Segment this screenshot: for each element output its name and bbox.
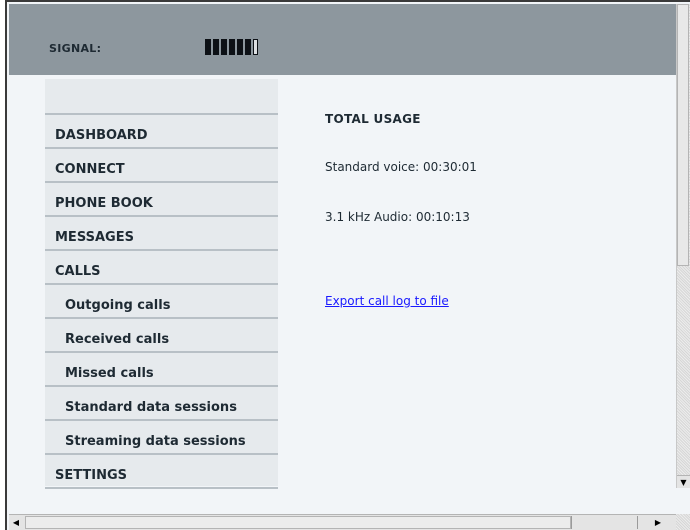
export-call-log-link[interactable]: Export call log to file (325, 294, 449, 308)
horizontal-scrollbar[interactable]: ◀ ▶ (9, 514, 679, 530)
scrollbar-divider (637, 516, 638, 529)
scroll-right-icon[interactable]: ▶ (651, 515, 665, 530)
page-title: TOTAL USAGE (325, 112, 421, 126)
horizontal-scroll-thumb[interactable] (25, 516, 571, 529)
scrollbar-corner (676, 514, 690, 530)
sidebar-item-connect[interactable]: CONNECT (45, 149, 278, 183)
signal-bar (253, 39, 258, 55)
standard-voice-usage: Standard voice: 00:30:01 (325, 160, 477, 174)
signal-label: SIGNAL: (49, 42, 102, 55)
signal-bar (237, 39, 243, 55)
main-panel: TOTAL USAGE Standard voice: 00:30:01 3.1… (325, 112, 477, 308)
sidebar-item-standard-data-sessions[interactable]: Standard data sessions (45, 387, 278, 421)
content-area: DASHBOARD CONNECT PHONE BOOK MESSAGES CA… (9, 75, 679, 489)
vertical-scroll-thumb[interactable] (677, 4, 689, 266)
sidebar-item-missed-calls[interactable]: Missed calls (45, 353, 278, 387)
sidebar-item-dashboard[interactable]: DASHBOARD (45, 115, 278, 149)
sidebar-item-calls[interactable]: CALLS (45, 251, 278, 285)
sidebar-nav: DASHBOARD CONNECT PHONE BOOK MESSAGES CA… (45, 79, 278, 489)
signal-strength-indicator (205, 39, 258, 55)
header-bar: SIGNAL: (9, 4, 687, 75)
browser-frame: SIGNAL: DASHBOARD CONNECT PHONE BOOK MES… (5, 0, 690, 530)
signal-bar (205, 39, 211, 55)
sidebar-item-messages[interactable]: MESSAGES (45, 217, 278, 251)
sidebar-item-outgoing-calls[interactable]: Outgoing calls (45, 285, 278, 319)
signal-bar (221, 39, 227, 55)
scroll-left-icon[interactable]: ◀ (9, 515, 23, 530)
signal-bar (245, 39, 251, 55)
scroll-down-icon[interactable]: ▼ (677, 475, 690, 488)
sidebar-item-settings[interactable]: SETTINGS (45, 455, 278, 489)
vertical-scrollbar[interactable]: ▼ (676, 4, 690, 488)
scrollbar-divider (571, 516, 572, 529)
signal-bar (229, 39, 235, 55)
audio-usage: 3.1 kHz Audio: 00:10:13 (325, 210, 470, 224)
sidebar-item-received-calls[interactable]: Received calls (45, 319, 278, 353)
sidebar-item-streaming-data-sessions[interactable]: Streaming data sessions (45, 421, 278, 455)
sidebar-item-phone-book[interactable]: PHONE BOOK (45, 183, 278, 217)
sidebar-spacer (45, 79, 278, 115)
signal-bar (213, 39, 219, 55)
